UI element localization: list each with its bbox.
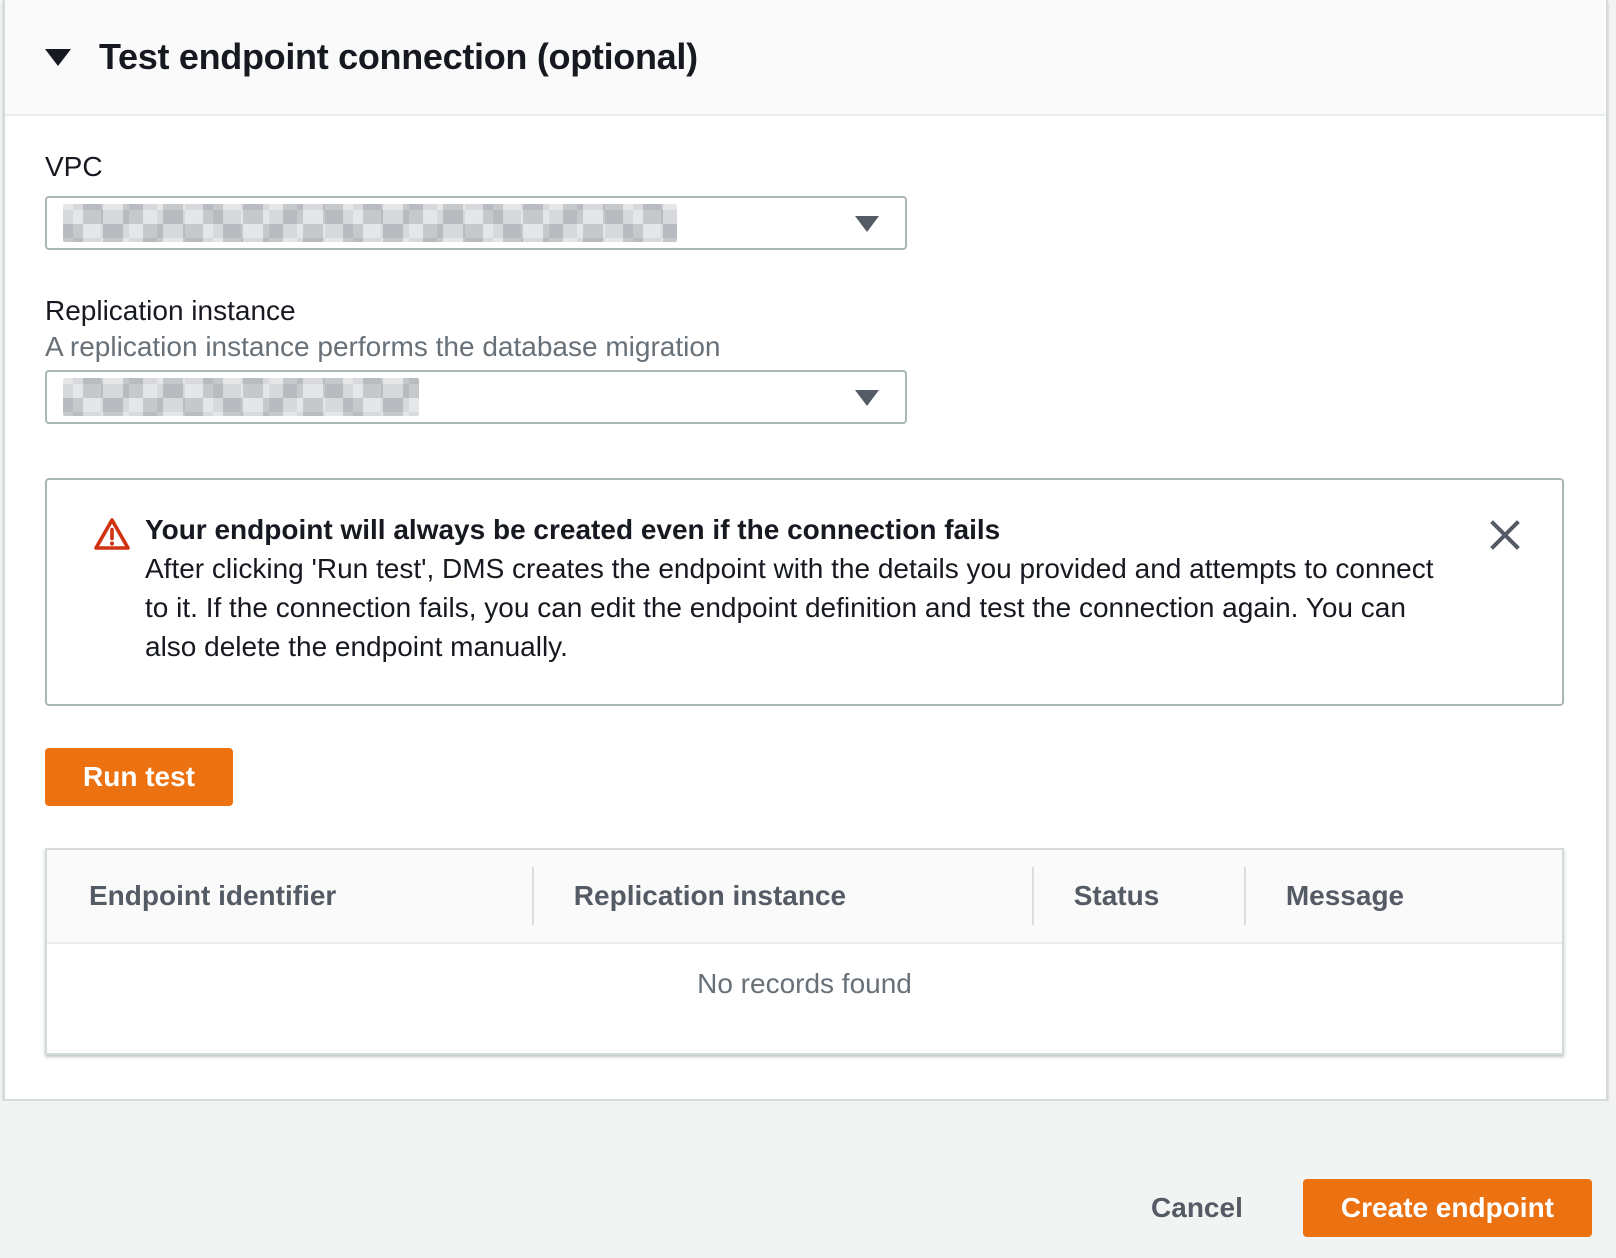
vpc-label: VPC xyxy=(45,150,1566,184)
form-actions-footer: Cancel Create endpoint xyxy=(0,1101,1616,1258)
warning-alert-title: Your endpoint will always be created eve… xyxy=(145,510,1445,549)
chevron-down-icon xyxy=(855,390,879,406)
chevron-down-icon xyxy=(855,216,879,232)
warning-alert-text: Your endpoint will always be created eve… xyxy=(145,510,1445,666)
column-header-replication-instance: Replication instance xyxy=(532,850,1032,942)
replication-instance-description: A replication instance performs the data… xyxy=(45,330,1566,364)
connection-results-table: Endpoint identifier Replication instance… xyxy=(45,848,1564,1055)
replication-instance-select[interactable] xyxy=(45,370,907,424)
table-header-row: Endpoint identifier Replication instance… xyxy=(47,850,1562,944)
warning-alert-body: After clicking 'Run test', DMS creates t… xyxy=(145,549,1445,666)
page: Test endpoint connection (optional) VPC … xyxy=(0,0,1616,1258)
cancel-button[interactable]: Cancel xyxy=(1151,1179,1243,1237)
warning-triangle-icon xyxy=(93,516,131,557)
test-endpoint-connection-section: Test endpoint connection (optional) VPC … xyxy=(3,0,1608,1101)
run-test-button[interactable]: Run test xyxy=(45,748,233,806)
warning-alert: Your endpoint will always be created eve… xyxy=(45,478,1564,706)
close-icon[interactable] xyxy=(1488,518,1522,552)
empty-state-text: No records found xyxy=(47,944,1562,1053)
redacted-replication-instance-value xyxy=(63,378,419,416)
replication-instance-label: Replication instance xyxy=(45,294,1566,328)
redacted-vpc-value xyxy=(63,204,677,242)
vpc-select[interactable] xyxy=(45,196,907,250)
create-endpoint-button[interactable]: Create endpoint xyxy=(1303,1179,1592,1237)
section-body: VPC Replication instance A replication i… xyxy=(5,150,1606,1055)
collapse-triangle-icon[interactable] xyxy=(45,49,71,66)
column-header-message: Message xyxy=(1244,850,1562,942)
section-expander[interactable]: Test endpoint connection (optional) xyxy=(5,0,1606,116)
column-header-endpoint-identifier: Endpoint identifier xyxy=(47,850,532,942)
section-title: Test endpoint connection (optional) xyxy=(99,36,698,78)
column-header-status: Status xyxy=(1032,850,1244,942)
